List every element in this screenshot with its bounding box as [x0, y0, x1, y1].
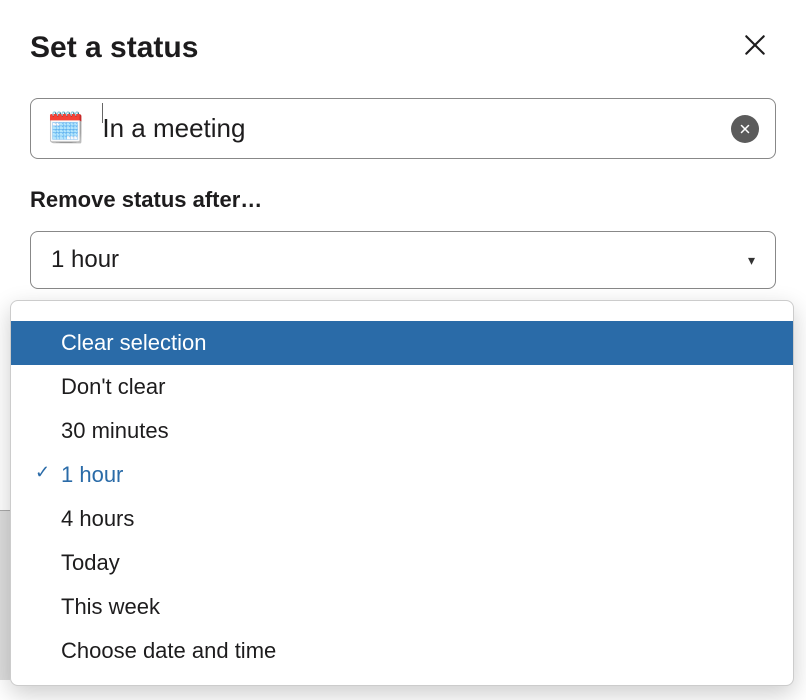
clear-after-option[interactable]: 30 minutes [11, 409, 793, 453]
x-icon [739, 123, 751, 135]
status-emoji-picker[interactable]: 🗓️ [47, 114, 84, 144]
option-label: This week [61, 594, 160, 619]
clear-after-select[interactable]: 1 hour ▾ [30, 231, 776, 289]
clear-after-selected-value: 1 hour [51, 246, 119, 274]
remove-status-label: Remove status after… [30, 187, 776, 213]
clear-after-option[interactable]: ✓ 1 hour [11, 453, 793, 497]
option-label: Clear selection [61, 330, 207, 355]
close-button[interactable] [734, 28, 776, 68]
check-icon: ✓ [35, 462, 50, 483]
clear-after-option[interactable]: Clear selection [11, 321, 793, 365]
chevron-down-icon: ▾ [748, 252, 755, 269]
dialog-title: Set a status [30, 31, 198, 65]
option-label: 30 minutes [61, 418, 169, 443]
clear-after-option[interactable]: 4 hours [11, 497, 793, 541]
option-label: Today [61, 550, 120, 575]
clear-after-option[interactable]: Choose date and time [11, 629, 793, 673]
close-icon [742, 32, 768, 58]
clear-status-button[interactable] [731, 115, 759, 143]
option-label: Choose date and time [61, 638, 276, 663]
status-text-content: In a meeting [102, 113, 245, 143]
option-label: 1 hour [61, 462, 123, 487]
status-text-value: In a meeting [102, 113, 731, 144]
clear-after-dropdown: Clear selection Don't clear 30 minutes ✓ 1 h… [10, 300, 794, 686]
option-label: Don't clear [61, 374, 165, 399]
clear-after-option[interactable]: Today [11, 541, 793, 585]
clear-after-option[interactable]: Don't clear [11, 365, 793, 409]
background-backdrop [0, 510, 10, 680]
clear-after-option[interactable]: This week [11, 585, 793, 629]
option-label: 4 hours [61, 506, 134, 531]
status-input[interactable]: 🗓️ In a meeting [30, 98, 776, 159]
text-cursor [102, 103, 103, 123]
